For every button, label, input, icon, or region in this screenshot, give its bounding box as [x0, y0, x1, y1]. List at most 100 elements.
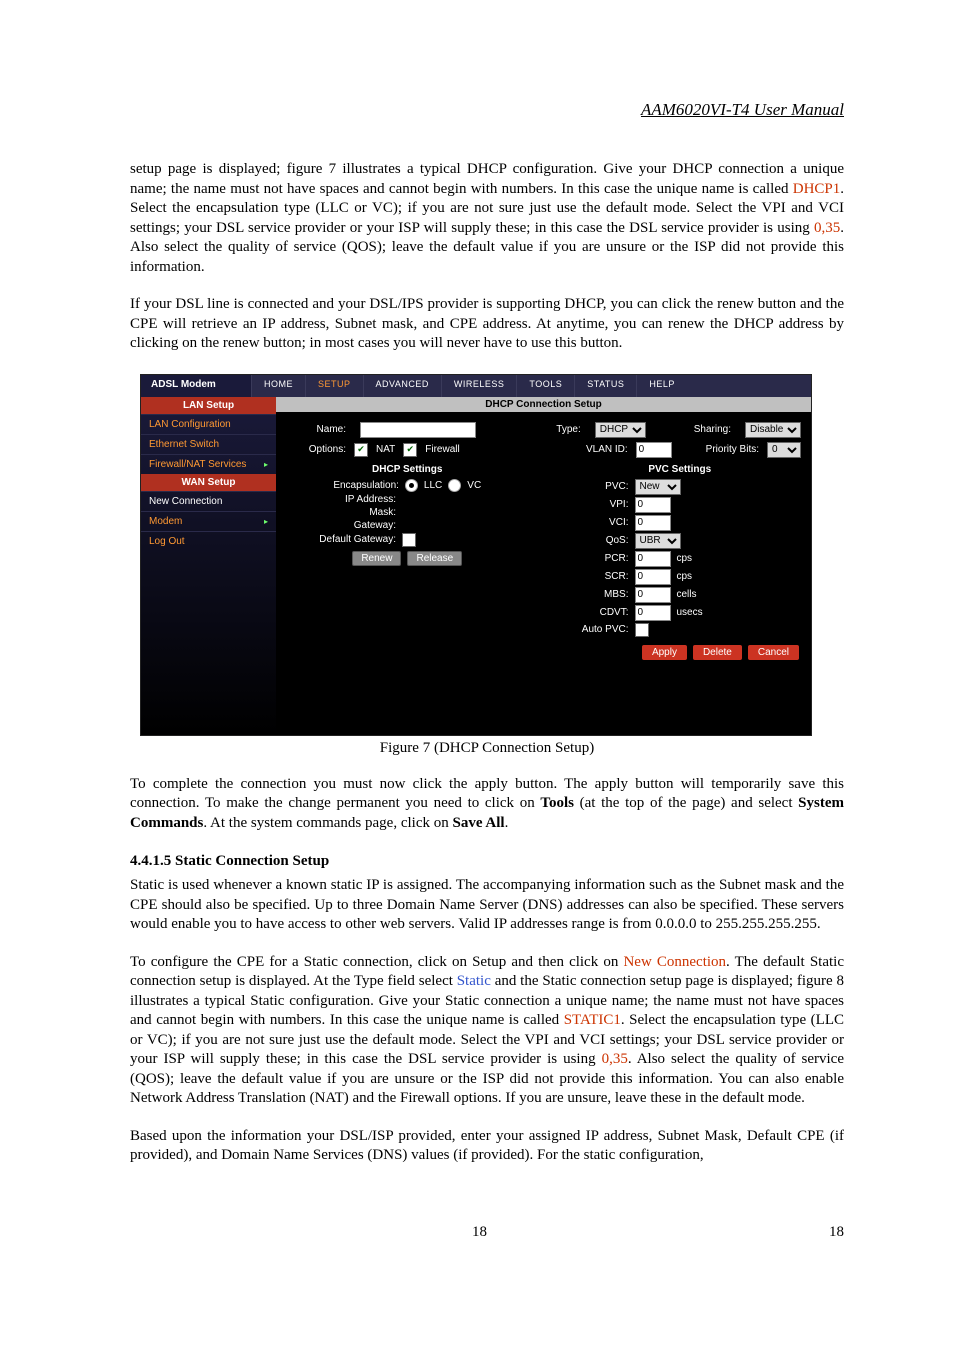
firewall-checkbox[interactable]: ✔	[403, 443, 417, 457]
p1-a: setup page is displayed; figure 7 illust…	[130, 161, 844, 197]
release-button[interactable]: Release	[407, 551, 462, 566]
vpi-label: VPI:	[559, 499, 629, 510]
qos-select[interactable]: UBR	[635, 533, 681, 549]
mbs-unit: cells	[677, 589, 697, 600]
encap-vc-label: VC	[467, 480, 481, 491]
mbs-input[interactable]	[635, 587, 671, 603]
pvc-label: PVC:	[559, 481, 629, 492]
priority-bits-select[interactable]: 0	[767, 442, 801, 458]
arrow-icon: ▸	[264, 517, 268, 526]
dhcp-settings-column: DHCP Settings Encapsulation: LLC VC IP A…	[286, 464, 529, 639]
pcr-unit: cps	[677, 553, 693, 564]
p5-hl-new-connection: New Connection	[623, 954, 726, 970]
vci-label: VCI:	[559, 517, 629, 528]
default-gateway-checkbox[interactable]: .	[402, 533, 416, 547]
vci-input[interactable]	[635, 515, 671, 531]
vlan-label: VLAN ID:	[586, 444, 628, 455]
gateway-label: Gateway:	[286, 520, 396, 531]
sharing-label: Sharing:	[694, 424, 731, 435]
nat-label: NAT	[376, 444, 395, 455]
cancel-button[interactable]: Cancel	[748, 645, 799, 660]
scr-label: SCR:	[559, 571, 629, 582]
sidebar-item-label: Modem	[149, 516, 182, 527]
sidebar-item-label: New Connection	[149, 496, 222, 507]
page-number-center: 18	[130, 1224, 829, 1241]
tab-tools[interactable]: TOOLS	[516, 375, 574, 397]
apply-button[interactable]: Apply	[642, 645, 687, 660]
section-heading-static: 4.4.1.5 Static Connection Setup	[130, 853, 844, 870]
qos-label: QoS:	[559, 535, 629, 546]
paragraph-4: Static is used whenever a known static I…	[130, 876, 844, 935]
tab-help[interactable]: HELP	[636, 375, 687, 397]
nat-checkbox[interactable]: ✔	[354, 443, 368, 457]
scr-input[interactable]	[635, 569, 671, 585]
name-input[interactable]	[360, 422, 476, 438]
p1-hl-dhcp1: DHCP1	[793, 181, 841, 197]
cdvt-input[interactable]	[635, 605, 671, 621]
p3-save-all: Save All	[452, 815, 504, 831]
sidebar-item-label: Log Out	[149, 536, 185, 547]
encap-llc-radio[interactable]	[405, 479, 418, 492]
p3-tools: Tools	[540, 795, 574, 811]
panel-title: DHCP Connection Setup	[276, 397, 811, 412]
tab-setup[interactable]: SETUP	[305, 375, 363, 397]
priority-bits-label: Priority Bits:	[706, 444, 759, 455]
sidebar-item-label: LAN Configuration	[149, 419, 231, 430]
p5-a: To configure the CPE for a Static connec…	[130, 954, 623, 970]
sidebar-item-eth-switch[interactable]: Ethernet Switch	[141, 434, 276, 454]
paragraph-5: To configure the CPE for a Static connec…	[130, 953, 844, 1109]
type-select[interactable]: DHCP	[595, 422, 646, 438]
sidebar-item-lan-config[interactable]: LAN Configuration	[141, 414, 276, 434]
tab-wireless[interactable]: WIRELESS	[441, 375, 517, 397]
figure-7-caption: Figure 7 (DHCP Connection Setup)	[130, 740, 844, 757]
cdvt-label: CDVT:	[559, 607, 629, 618]
tab-status[interactable]: STATUS	[574, 375, 636, 397]
ip-address-label: IP Address:	[286, 494, 396, 505]
p5-hl-035: 0,35	[602, 1051, 628, 1067]
pvc-settings-title: PVC Settings	[559, 464, 802, 475]
sidebar-item-logout[interactable]: Log Out	[141, 531, 276, 551]
sidebar-item-firewall-nat[interactable]: Firewall/NAT Services▸	[141, 454, 276, 474]
page-header-title: AAM6020VI-T4 User Manual	[130, 100, 844, 120]
tab-advanced[interactable]: ADVANCED	[363, 375, 441, 397]
sidebar-item-label: Ethernet Switch	[149, 439, 219, 450]
p3-b: (at the top of the page) and select	[574, 795, 798, 811]
vlan-input[interactable]	[636, 442, 672, 458]
pcr-label: PCR:	[559, 553, 629, 564]
encap-label: Encapsulation:	[333, 480, 399, 491]
p1-hl-035: 0,35	[814, 220, 840, 236]
page-number-right: 18	[829, 1224, 844, 1241]
pvc-settings-column: PVC Settings PVC: New VPI: VCI: QoS: UBR P…	[559, 464, 802, 639]
sidebar-wan-setup-head: WAN Setup	[141, 474, 276, 491]
paragraph-6: Based upon the information your DSL/ISP …	[130, 1127, 844, 1166]
mask-label: Mask:	[286, 507, 396, 518]
sidebar-item-label: Firewall/NAT Services	[149, 459, 246, 470]
modem-screenshot: ADSL Modem HOME SETUP ADVANCED WIRELESS …	[140, 374, 812, 736]
sidebar-item-new-connection[interactable]: New Connection	[141, 491, 276, 511]
p3-d: .	[505, 815, 509, 831]
cdvt-unit: usecs	[677, 607, 703, 618]
paragraph-2: If your DSL line is connected and your D…	[130, 295, 844, 354]
firewall-label: Firewall	[425, 444, 459, 455]
renew-button[interactable]: Renew	[352, 551, 401, 566]
p5-hl-static1: STATIC1	[564, 1012, 621, 1028]
sidebar-item-modem[interactable]: Modem ▸	[141, 511, 276, 531]
p3-c: . At the system commands page, click on	[203, 815, 452, 831]
type-label: Type:	[556, 424, 580, 435]
modem-sidebar: LAN Setup LAN Configuration Ethernet Swi…	[141, 397, 276, 735]
vpi-input[interactable]	[635, 497, 671, 513]
paragraph-1: setup page is displayed; figure 7 illust…	[130, 160, 844, 277]
name-label: Name:	[286, 424, 346, 435]
encap-vc-radio[interactable]	[448, 479, 461, 492]
tab-home[interactable]: HOME	[251, 375, 305, 397]
options-label: Options:	[286, 444, 346, 455]
sharing-select[interactable]: Disable	[745, 422, 801, 438]
scr-unit: cps	[677, 571, 693, 582]
pcr-input[interactable]	[635, 551, 671, 567]
dhcp-settings-title: DHCP Settings	[286, 464, 529, 475]
p5-hl-static: Static	[457, 973, 491, 989]
modem-logo: ADSL Modem	[141, 375, 251, 397]
autopvc-checkbox[interactable]: .	[635, 623, 649, 637]
delete-button[interactable]: Delete	[693, 645, 742, 660]
pvc-select[interactable]: New	[635, 479, 681, 495]
